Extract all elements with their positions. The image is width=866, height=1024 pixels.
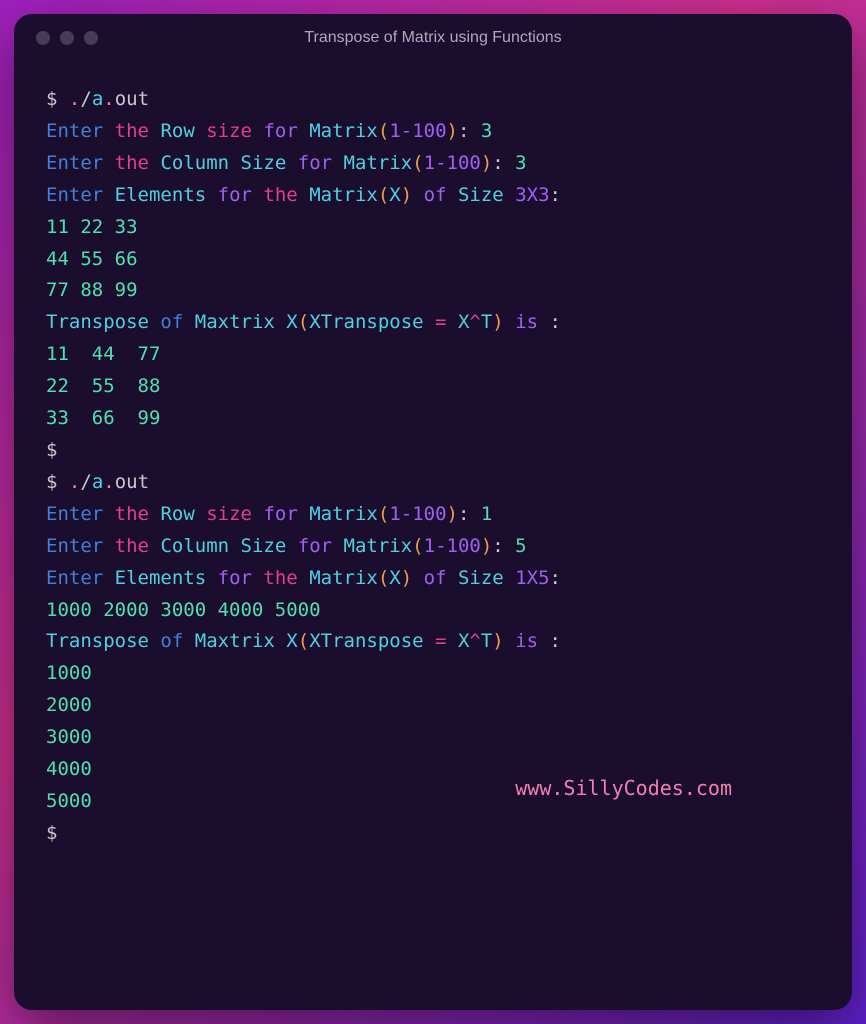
minimize-icon[interactable] [60, 31, 74, 45]
cmd-line: $ ./a.out [46, 84, 820, 116]
input-row: 77 88 99 [46, 275, 820, 307]
output-row: 33 66 99 [46, 403, 820, 435]
output-row: 1000 [46, 658, 820, 690]
window-titlebar: Transpose of Matrix using Functions [14, 14, 852, 62]
elem-prompt: Enter Elements for the Matrix(X) of Size… [46, 563, 820, 595]
prompt: $ [46, 818, 820, 850]
terminal-window: Transpose of Matrix using Functions $ ./… [14, 14, 852, 1010]
prompt: $ [46, 435, 820, 467]
transpose-header: Transpose of Maxtrix X(XTranspose = X^T)… [46, 626, 820, 658]
maximize-icon[interactable] [84, 31, 98, 45]
window-title: Transpose of Matrix using Functions [304, 29, 561, 47]
col-prompt: Enter the Column Size for Matrix(1-100):… [46, 148, 820, 180]
output-row: 2000 [46, 690, 820, 722]
input-row: 44 55 66 [46, 244, 820, 276]
close-icon[interactable] [36, 31, 50, 45]
output-row: 22 55 88 [46, 371, 820, 403]
watermark: www.SillyCodes.com [515, 772, 732, 806]
input-row: 11 22 33 [46, 212, 820, 244]
row-prompt: Enter the Row size for Matrix(1-100): 3 [46, 116, 820, 148]
row-prompt: Enter the Row size for Matrix(1-100): 1 [46, 499, 820, 531]
transpose-header: Transpose of Maxtrix X(XTranspose = X^T)… [46, 307, 820, 339]
cmd-line: $ ./a.out [46, 467, 820, 499]
output-row: 3000 [46, 722, 820, 754]
traffic-lights [36, 31, 98, 45]
terminal-body[interactable]: $ ./a.out Enter the Row size for Matrix(… [14, 62, 852, 1010]
elem-prompt: Enter Elements for the Matrix(X) of Size… [46, 180, 820, 212]
prompt: $ [46, 88, 57, 110]
input-row: 1000 2000 3000 4000 5000 [46, 595, 820, 627]
output-row: 11 44 77 [46, 339, 820, 371]
col-prompt: Enter the Column Size for Matrix(1-100):… [46, 531, 820, 563]
